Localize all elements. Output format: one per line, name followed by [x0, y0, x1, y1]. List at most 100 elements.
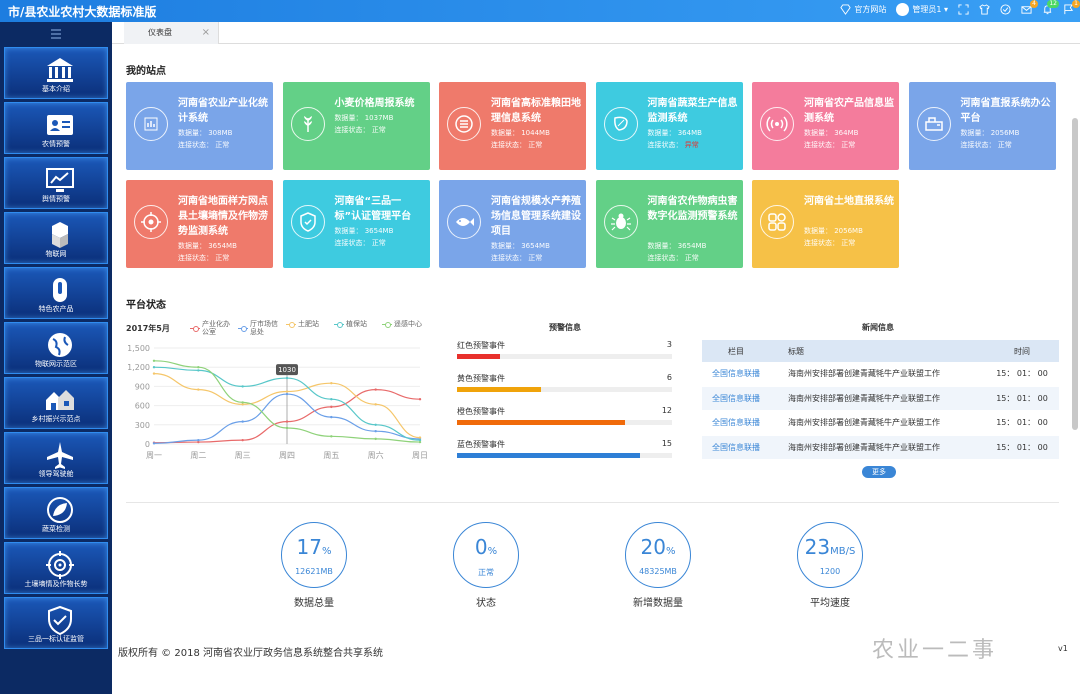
- site-card[interactable]: 河南省“三品一标”认证管理平台 数据量： 3654MB 连接状态： 正常: [282, 180, 430, 268]
- signal-icon: [766, 116, 788, 132]
- site-data-size: 数据量： 3654MB: [647, 242, 707, 250]
- close-icon[interactable]: ×: [202, 22, 210, 44]
- mail-badge: 4: [1030, 0, 1038, 8]
- flag-button[interactable]: 1: [1063, 0, 1080, 15]
- alert-count: 12: [661, 406, 672, 415]
- fullscreen-icon[interactable]: [958, 4, 969, 15]
- check-circle-icon[interactable]: [1000, 4, 1011, 15]
- sidebar-item-label: 物联网示范区: [35, 360, 77, 368]
- alert-row[interactable]: 黄色预警事件 6: [457, 373, 672, 403]
- site-card[interactable]: 河南省地面样方网点县土壤墒情及作物涝势监测系统 数据量： 3654MB 连接状态： …: [126, 180, 273, 268]
- legend-item[interactable]: 遥感中心: [382, 320, 422, 328]
- y-tick-label: 300: [135, 421, 150, 430]
- line-chart: 0 300 600 900 1,200 1,500 周一 周二 周三 周四 周五 周六 周日 1030: [127, 344, 428, 460]
- shirt-icon[interactable]: [979, 4, 990, 15]
- sidebar-item[interactable]: 三品一标认证监管: [4, 597, 108, 649]
- scrollbar[interactable]: [1072, 118, 1078, 430]
- tab-dashboard[interactable]: 仪表盘 ×: [124, 22, 219, 44]
- site-card[interactable]: 河南省蔬菜生产信息监测系统 数据量： 364MB 连接状态： 异常: [595, 82, 743, 170]
- legend-item[interactable]: 产业化办公室: [190, 320, 232, 336]
- card-icon-circle: [916, 107, 951, 141]
- card-icon-circle: [603, 205, 638, 239]
- more-button[interactable]: 更多: [862, 466, 896, 478]
- site-card[interactable]: 河南省农作物病虫害数字化监测预警系统 数据量： 3654MB 连接状态： 正常: [595, 180, 743, 268]
- sidebar-item[interactable]: 物联网: [4, 212, 108, 264]
- site-name: 河南省高标准粮田地理信息系统: [491, 98, 581, 124]
- tab-label: 仪表盘: [148, 28, 172, 37]
- notification-button[interactable]: 12: [1042, 0, 1059, 15]
- site-card[interactable]: 河南省农业产业化统计系统 数据量： 308MB 连接状态： 正常: [126, 82, 273, 170]
- news-header-time: 时间: [1014, 346, 1030, 356]
- alert-row[interactable]: 橙色预警事件 12: [457, 406, 672, 436]
- sites-title: 我的站点: [126, 66, 166, 77]
- news-row[interactable]: 全国信息联播 海南州安排部署创建青藏牦牛产业联盟工作 15： 01： 00: [702, 411, 1059, 436]
- site-card[interactable]: 河南省高标准粮田地理信息系统 数据量： 1044MB 连接状态： 正常: [439, 82, 586, 170]
- news-title[interactable]: 海南州安排部署创建青藏牦牛产业联盟工作: [770, 393, 985, 404]
- sidebar-item[interactable]: 物联网示范区: [4, 322, 108, 374]
- news-time: 15： 01： 00: [996, 369, 1048, 379]
- news-title[interactable]: 海南州安排部署创建青藏牦牛产业联盟工作: [770, 442, 985, 453]
- main-content: 我的站点 河南省农业产业化统计系统 数据量： 308MB 连接状态： 正常 小麦价格周…: [112, 44, 1080, 694]
- news-row[interactable]: 全国信息联播 海南州安排部署创建青藏牦牛产业联盟工作 15： 01： 00: [702, 362, 1059, 387]
- sidebar-item[interactable]: 乡村振兴示范点: [4, 377, 108, 429]
- news-row[interactable]: 全国信息联播 海南州安排部署创建青藏牦牛产业联盟工作 15： 01： 00: [702, 435, 1059, 460]
- site-data-size: 数据量： 2056MB: [960, 129, 1020, 137]
- data-point: [330, 398, 333, 401]
- card-icon-circle: [134, 107, 168, 141]
- site-card[interactable]: 河南省农产品信息监测系统 数据量： 364MB 连接状态： 正常: [752, 82, 899, 170]
- vegetable-icon: [613, 116, 628, 131]
- sidebar-item[interactable]: 农情预警: [4, 102, 108, 154]
- sidebar-item[interactable]: 特色农产品: [4, 267, 108, 319]
- site-status: 连接状态： 正常: [491, 141, 543, 149]
- site-card[interactable]: 小麦价格周报系统 数据量： 1037MB 连接状态： 正常: [282, 82, 430, 170]
- mail-button[interactable]: 4: [1021, 0, 1038, 15]
- data-point: [330, 415, 333, 419]
- sidebar-item[interactable]: 领导驾驶舱: [4, 432, 108, 484]
- news-title[interactable]: 海南州安排部署创建青藏牦牛产业联盟工作: [770, 417, 985, 428]
- site-card[interactable]: 河南省直报系统办公平台 数据量： 2056MB 连接状态： 正常: [908, 82, 1056, 170]
- village-icon: [46, 390, 74, 410]
- site-name: 河南省地面样方网点县土壤墒情及作物涝势监测系统: [178, 196, 268, 237]
- data-point: [197, 388, 200, 391]
- alert-row[interactable]: 红色预警事件 3: [457, 340, 672, 370]
- data-point: [374, 430, 377, 433]
- site-data-size: 数据量： 2056MB: [804, 227, 863, 235]
- sidebar-item[interactable]: 基本介绍: [4, 47, 108, 99]
- sidebar-item-label: 蔬菜检测: [42, 525, 70, 533]
- site-name: 河南省蔬菜生产信息监测系统: [647, 98, 738, 124]
- sidebar-item[interactable]: 蔬菜检测: [4, 487, 108, 539]
- alert-row[interactable]: 蓝色预警事件 15: [457, 439, 672, 469]
- site-card[interactable]: 河南省规模水产养殖场信息管理系统建设项目 数据量： 3654MB 连接状态： 正常: [439, 180, 586, 268]
- sidebar-item[interactable]: 舆情预警: [4, 157, 108, 209]
- alert-bar-fill: [457, 387, 541, 392]
- sidebar-item[interactable]: 土壤墒情及作物长势: [4, 542, 108, 594]
- data-point: [374, 423, 377, 426]
- sidebar-toggle[interactable]: [0, 22, 112, 46]
- alert-label: 红色预警事件: [457, 341, 505, 350]
- official-site-link[interactable]: 官方网站: [840, 4, 886, 15]
- alerts-title: 预警信息: [549, 323, 581, 332]
- bar-chart-icon: [144, 117, 158, 131]
- news-time: 15： 01： 00: [996, 393, 1048, 403]
- news-row[interactable]: 全国信息联播 海南州安排部署创建青藏牦牛产业联盟工作 15： 01： 00: [702, 386, 1059, 411]
- official-site-label: 官方网站: [854, 5, 887, 14]
- apps-icon: [768, 213, 786, 231]
- news-column-link[interactable]: 全国信息联播: [702, 393, 770, 404]
- stat-sub: 正常: [478, 568, 494, 577]
- legend-item[interactable]: 厅市场信息处: [238, 320, 280, 336]
- monitor-chart-icon: [46, 168, 74, 192]
- news-column-link[interactable]: 全国信息联播: [702, 368, 770, 379]
- legend-item[interactable]: 土肥站: [286, 320, 319, 328]
- news-column-link[interactable]: 全国信息联播: [702, 417, 770, 428]
- news-column-link[interactable]: 全国信息联播: [702, 442, 770, 453]
- news-title[interactable]: 海南州安排部署创建青藏牦牛产业联盟工作: [770, 368, 985, 379]
- news-header: 栏目 标题 时间: [702, 340, 1059, 362]
- data-point: [330, 382, 333, 385]
- stat-value: 17%: [282, 535, 346, 559]
- site-status: 连接状态： 正常: [491, 254, 543, 262]
- legend-swatch: [286, 321, 296, 328]
- legend-item[interactable]: 植保站: [334, 320, 367, 328]
- shield-icon: [299, 212, 316, 232]
- site-card[interactable]: 河南省土地直报系统 数据量： 2056MB 连接状态： 正常: [752, 180, 899, 268]
- user-menu[interactable]: 管理员1 ▾: [896, 3, 948, 16]
